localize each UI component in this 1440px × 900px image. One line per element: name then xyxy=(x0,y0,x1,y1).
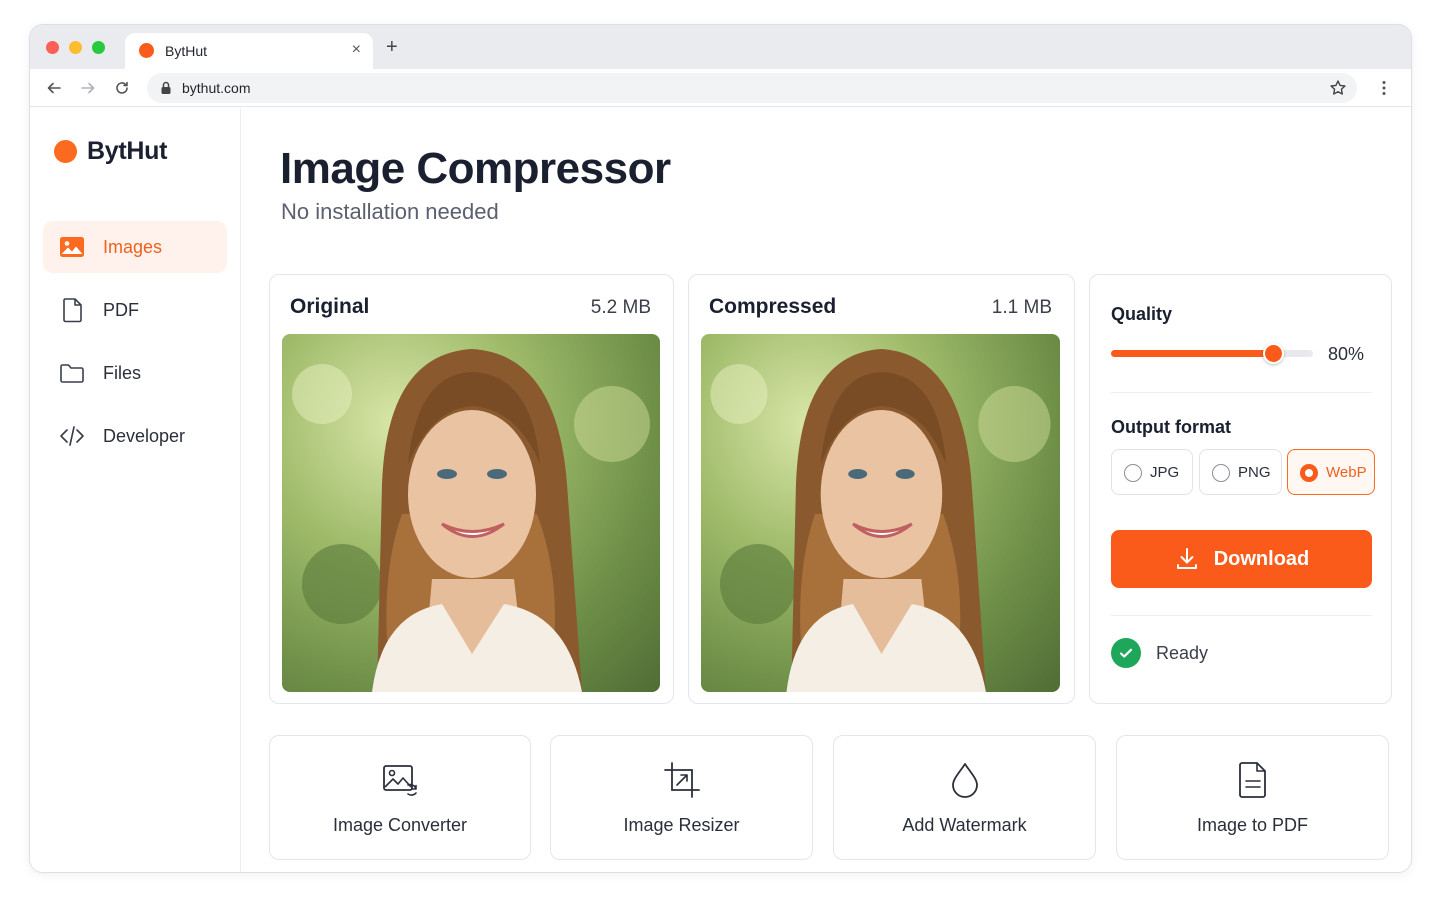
tool-card-image-to-pdf[interactable]: Image to PDF xyxy=(1116,735,1389,860)
sidebar: BytHut Images PDF Files Developer xyxy=(30,108,241,872)
download-icon xyxy=(1176,548,1197,569)
address-bar[interactable]: bythut.com xyxy=(147,73,1357,103)
tool-label: Add Watermark xyxy=(902,815,1027,835)
main-content: Image Compressor No installation needed … xyxy=(242,108,1411,872)
file-text-icon xyxy=(1238,762,1266,798)
quality-slider-thumb[interactable] xyxy=(1262,343,1284,364)
radio-png[interactable] xyxy=(1212,464,1230,482)
format-label-png: PNG xyxy=(1238,464,1271,481)
quality-slider[interactable] xyxy=(1111,343,1313,364)
format-label-jpg: JPG xyxy=(1150,464,1180,481)
back-arrow-icon[interactable] xyxy=(43,77,65,99)
brand-name: BytHut xyxy=(87,137,168,165)
original-file-size: 5.2 MB xyxy=(590,297,651,318)
status-text: Ready xyxy=(1156,643,1209,663)
reload-icon[interactable] xyxy=(111,77,133,99)
forward-arrow-icon[interactable] xyxy=(77,77,99,99)
format-option-png[interactable]: PNG xyxy=(1199,449,1282,495)
bookmark-star-icon[interactable] xyxy=(1329,79,1347,97)
crop-resize-icon xyxy=(663,762,700,798)
format-option-webp[interactable]: WebP xyxy=(1287,449,1375,495)
original-image xyxy=(282,334,660,692)
lock-icon xyxy=(161,81,171,94)
radio-webp[interactable] xyxy=(1300,464,1318,482)
url-text: bythut.com xyxy=(182,80,251,96)
folder-icon xyxy=(60,364,84,383)
compressed-file-size: 1.1 MB xyxy=(991,297,1052,318)
output-format-label: Output format xyxy=(1111,417,1231,437)
tab-title: BytHut xyxy=(165,43,208,59)
code-icon xyxy=(60,426,84,446)
sidebar-item-pdf[interactable]: PDF xyxy=(43,284,227,336)
format-label-webp: WebP xyxy=(1326,464,1367,481)
settings-panel: Quality 80% Output format JPG PNG WebP D… xyxy=(1089,274,1392,704)
check-circle-icon xyxy=(1111,638,1141,668)
document-icon xyxy=(63,298,82,323)
radio-jpg[interactable] xyxy=(1124,464,1142,482)
tab-close-icon[interactable]: × xyxy=(352,41,361,59)
image-convert-icon xyxy=(383,765,417,796)
tool-card-image-resizer[interactable]: Image Resizer xyxy=(550,735,813,860)
original-preview-card: Original 5.2 MB xyxy=(269,274,674,704)
compressed-title: Compressed xyxy=(709,295,837,318)
page-subtitle: No installation needed xyxy=(281,199,499,224)
original-title: Original xyxy=(290,295,370,318)
download-label: Download xyxy=(1213,547,1310,570)
sidebar-item-label: Files xyxy=(103,363,142,383)
sidebar-item-images[interactable]: Images xyxy=(43,221,227,273)
browser-window: BytHut × + bythut.com BytHut Images PDF … xyxy=(29,24,1412,873)
tool-card-image-converter[interactable]: Image Converter xyxy=(269,735,531,860)
close-window-icon[interactable] xyxy=(46,41,59,54)
quality-label: Quality xyxy=(1111,304,1173,324)
sidebar-item-label: Developer xyxy=(103,426,186,446)
tool-label: Image Resizer xyxy=(623,815,740,835)
format-option-jpg[interactable]: JPG xyxy=(1111,449,1193,495)
tool-label: Image Converter xyxy=(332,815,468,835)
sidebar-item-label: PDF xyxy=(103,300,139,320)
tool-card-add-watermark[interactable]: Add Watermark xyxy=(833,735,1096,860)
divider xyxy=(1111,615,1372,616)
sidebar-item-developer[interactable]: Developer xyxy=(43,410,227,462)
browser-menu-icon[interactable] xyxy=(1375,79,1393,97)
tool-label: Image to PDF xyxy=(1196,815,1309,835)
quality-value: 80% xyxy=(1328,344,1365,364)
browser-toolbar: bythut.com xyxy=(30,69,1411,107)
compressed-preview-card: Compressed 1.1 MB xyxy=(688,274,1075,704)
compressed-image xyxy=(701,334,1060,692)
page-title: Image Compressor xyxy=(280,144,671,193)
brand-logo[interactable]: BytHut xyxy=(54,137,167,166)
minimize-window-icon[interactable] xyxy=(69,41,82,54)
browser-tab[interactable]: BytHut × xyxy=(125,33,373,69)
maximize-window-icon[interactable] xyxy=(92,41,105,54)
download-button[interactable]: Download xyxy=(1111,530,1372,588)
brand-dot-icon xyxy=(54,140,77,163)
image-icon xyxy=(60,237,84,257)
droplet-icon xyxy=(951,763,978,798)
sidebar-item-label: Images xyxy=(103,237,163,257)
tab-strip: BytHut × + xyxy=(30,25,1411,69)
favicon-icon xyxy=(139,43,154,58)
sidebar-item-files[interactable]: Files xyxy=(43,347,227,399)
quality-slider-fill xyxy=(1111,350,1273,357)
new-tab-icon[interactable]: + xyxy=(386,37,398,57)
divider xyxy=(1111,392,1372,393)
